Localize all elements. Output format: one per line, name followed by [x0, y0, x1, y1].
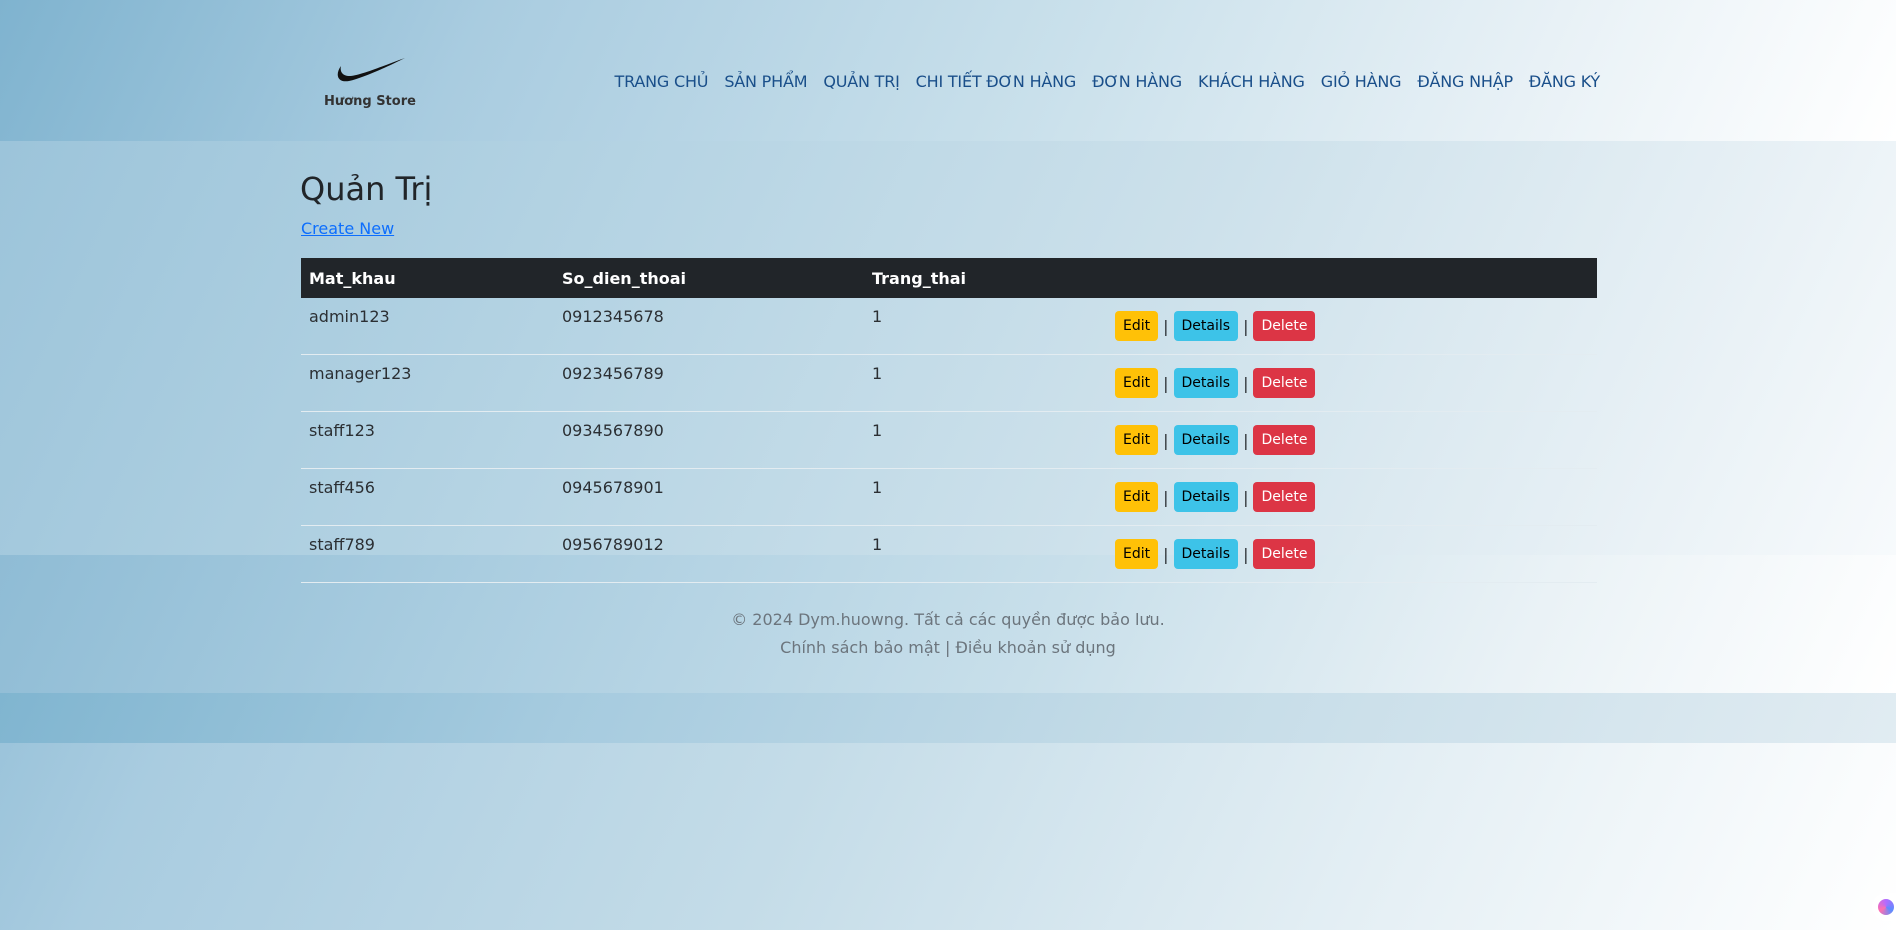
edit-button[interactable]: Edit [1115, 311, 1159, 341]
nav-item-san-pham[interactable]: SẢN PHẨM [724, 72, 807, 91]
cell-trang-thai: 1 [864, 525, 1107, 583]
column-header-mat-khau: Mat_khau [309, 268, 396, 288]
delete-button[interactable]: Delete [1253, 539, 1316, 569]
action-separator: | [1163, 430, 1169, 450]
table-row: staff456 0945678901 1 Edit | Details | D… [301, 468, 1597, 526]
footer-copyright: © 2024 Dym.huowng. Tất cả các quyền được… [731, 610, 1165, 629]
privacy-policy-link[interactable]: Chính sách bảo mật [780, 638, 940, 657]
details-button[interactable]: Details [1173, 368, 1239, 398]
nav-item-dang-ky[interactable]: ĐĂNG KÝ [1529, 72, 1600, 91]
footer-bottom-strip [0, 693, 1896, 743]
table-row: admin123 0912345678 1 Edit | Details | D… [301, 298, 1597, 355]
cell-so-dien-thoai: 0945678901 [554, 468, 864, 526]
edit-button[interactable]: Edit [1115, 368, 1159, 398]
nav-item-trang-chu[interactable]: TRANG CHỦ [615, 72, 709, 91]
cell-so-dien-thoai: 0934567890 [554, 411, 864, 469]
footer-text: © 2024 Dym.huowng. Tất cả các quyền được… [0, 606, 1896, 662]
cell-trang-thai: 1 [864, 354, 1107, 412]
table-row: staff123 0934567890 1 Edit | Details | D… [301, 411, 1597, 469]
footer-separator: | [945, 638, 951, 657]
cell-mat-khau: manager123 [301, 354, 554, 412]
details-button[interactable]: Details [1173, 482, 1239, 512]
cell-mat-khau: admin123 [301, 298, 554, 355]
edit-button[interactable]: Edit [1115, 425, 1159, 455]
cell-actions: Edit | Details | Delete [1107, 468, 1597, 526]
action-separator: | [1163, 544, 1169, 564]
terms-of-use-link[interactable]: Điều khoản sử dụng [956, 638, 1116, 657]
cell-actions: Edit | Details | Delete [1107, 411, 1597, 469]
table-header-row: Mat_khau So_dien_thoai Trang_thai [301, 258, 1597, 298]
action-separator: | [1163, 316, 1169, 336]
cell-mat-khau: staff456 [301, 468, 554, 526]
cell-mat-khau: staff789 [301, 525, 554, 583]
nav-item-don-hang[interactable]: ĐƠN HÀNG [1092, 72, 1182, 91]
action-separator: | [1243, 373, 1249, 393]
cell-actions: Edit | Details | Delete [1107, 298, 1597, 355]
action-separator: | [1243, 487, 1249, 507]
extension-widget-glyph [1878, 899, 1894, 915]
extension-widget-icon[interactable] [1872, 893, 1896, 921]
column-header-actions [1107, 258, 1597, 298]
edit-button[interactable]: Edit [1115, 539, 1159, 569]
action-separator: | [1163, 487, 1169, 507]
footer-links: Chính sách bảo mật | Điều khoản sử dụng [0, 634, 1896, 662]
nav-item-chi-tiet-don-hang[interactable]: CHI TIẾT ĐƠN HÀNG [916, 72, 1077, 91]
brand-name: Hương Store [324, 94, 416, 109]
action-separator: | [1243, 544, 1249, 564]
delete-button[interactable]: Delete [1253, 311, 1316, 341]
nav-item-dang-nhap[interactable]: ĐĂNG NHẬP [1417, 72, 1513, 91]
admin-table: Mat_khau So_dien_thoai Trang_thai admin1… [301, 258, 1597, 583]
delete-button[interactable]: Delete [1253, 482, 1316, 512]
delete-button[interactable]: Delete [1253, 425, 1316, 455]
action-separator: | [1163, 373, 1169, 393]
cell-trang-thai: 1 [864, 468, 1107, 526]
column-header-so-dien-thoai: So_dien_thoai [562, 268, 687, 288]
edit-button[interactable]: Edit [1115, 482, 1159, 512]
nav-item-khach-hang[interactable]: KHÁCH HÀNG [1198, 72, 1305, 91]
main-nav: TRANG CHỦ SẢN PHẨM QUẢN TRỊ CHI TIẾT ĐƠN… [600, 68, 1601, 94]
table-row: staff789 0956789012 1 Edit | Details | D… [301, 525, 1597, 583]
create-new-link[interactable]: Create New [301, 219, 394, 238]
cell-actions: Edit | Details | Delete [1107, 525, 1597, 583]
action-separator: | [1243, 430, 1249, 450]
admin-table-container: Mat_khau So_dien_thoai Trang_thai admin1… [301, 258, 1597, 583]
nav-item-quan-tri[interactable]: QUẢN TRỊ [823, 72, 900, 91]
nav-item-gio-hang[interactable]: GIỎ HÀNG [1321, 72, 1402, 91]
brand-logo-link[interactable]: Hương Store [318, 56, 422, 130]
action-separator: | [1243, 316, 1249, 336]
cell-so-dien-thoai: 0956789012 [554, 525, 864, 583]
details-button[interactable]: Details [1173, 539, 1239, 569]
cell-trang-thai: 1 [864, 298, 1107, 355]
details-button[interactable]: Details [1173, 425, 1239, 455]
cell-so-dien-thoai: 0912345678 [554, 298, 864, 355]
cell-mat-khau: staff123 [301, 411, 554, 469]
cell-actions: Edit | Details | Delete [1107, 354, 1597, 412]
details-button[interactable]: Details [1173, 311, 1239, 341]
swoosh-logo-icon [337, 58, 405, 82]
column-header-trang-thai: Trang_thai [872, 268, 967, 288]
delete-button[interactable]: Delete [1253, 368, 1316, 398]
table-row: manager123 0923456789 1 Edit | Details |… [301, 354, 1597, 412]
cell-trang-thai: 1 [864, 411, 1107, 469]
page-title: Quản Trị [300, 170, 433, 208]
cell-so-dien-thoai: 0923456789 [554, 354, 864, 412]
